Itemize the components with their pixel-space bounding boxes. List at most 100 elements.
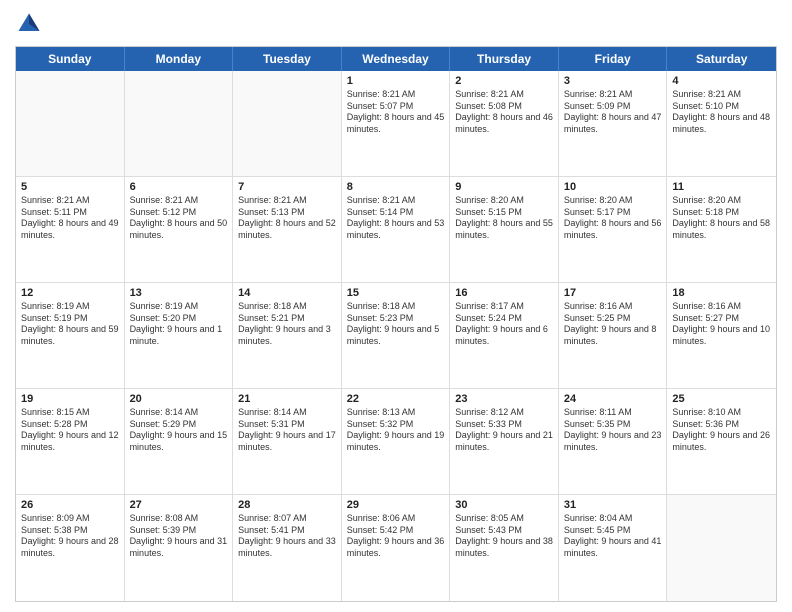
cell-info: Sunrise: 8:18 AM Sunset: 5:23 PM Dayligh… [347, 301, 445, 348]
calendar-cell: 7 Sunrise: 8:21 AM Sunset: 5:13 PM Daylig… [233, 177, 342, 282]
day-number: 5 [21, 181, 119, 193]
calendar-cell [233, 71, 342, 176]
header-day: Monday [125, 47, 234, 71]
day-number: 24 [564, 393, 662, 405]
calendar-cell: 21 Sunrise: 8:14 AM Sunset: 5:31 PM Dayli… [233, 389, 342, 494]
cell-info: Sunrise: 8:17 AM Sunset: 5:24 PM Dayligh… [455, 301, 553, 348]
day-number: 2 [455, 75, 553, 87]
calendar-row: 5 Sunrise: 8:21 AM Sunset: 5:11 PM Daylig… [16, 177, 776, 283]
cell-info: Sunrise: 8:21 AM Sunset: 5:08 PM Dayligh… [455, 89, 553, 136]
cell-info: Sunrise: 8:11 AM Sunset: 5:35 PM Dayligh… [564, 407, 662, 454]
calendar-row: 19 Sunrise: 8:15 AM Sunset: 5:28 PM Dayli… [16, 389, 776, 495]
day-number: 22 [347, 393, 445, 405]
day-number: 30 [455, 499, 553, 511]
cell-info: Sunrise: 8:09 AM Sunset: 5:38 PM Dayligh… [21, 513, 119, 560]
cell-info: Sunrise: 8:16 AM Sunset: 5:27 PM Dayligh… [672, 301, 771, 348]
cell-info: Sunrise: 8:21 AM Sunset: 5:10 PM Dayligh… [672, 89, 771, 136]
calendar-row: 1Sunrise: 8:21 AM Sunset: 5:07 PM Daylig… [16, 71, 776, 177]
calendar-cell: 30 Sunrise: 8:05 AM Sunset: 5:43 PM Dayli… [450, 495, 559, 601]
calendar-cell: 9 Sunrise: 8:20 AM Sunset: 5:15 PM Daylig… [450, 177, 559, 282]
cell-info: Sunrise: 8:18 AM Sunset: 5:21 PM Dayligh… [238, 301, 336, 348]
calendar-header: SundayMondayTuesdayWednesdayThursdayFrid… [16, 47, 776, 71]
page: SundayMondayTuesdayWednesdayThursdayFrid… [0, 0, 792, 612]
day-number: 25 [672, 393, 771, 405]
header-day: Wednesday [342, 47, 451, 71]
day-number: 12 [21, 287, 119, 299]
calendar-cell: 29Sunrise: 8:06 AM Sunset: 5:42 PM Dayli… [342, 495, 451, 601]
cell-info: Sunrise: 8:21 AM Sunset: 5:07 PM Dayligh… [347, 89, 445, 136]
calendar-cell: 18Sunrise: 8:16 AM Sunset: 5:27 PM Dayli… [667, 283, 776, 388]
logo-icon [15, 10, 43, 38]
cell-info: Sunrise: 8:08 AM Sunset: 5:39 PM Dayligh… [130, 513, 228, 560]
day-number: 31 [564, 499, 662, 511]
calendar: SundayMondayTuesdayWednesdayThursdayFrid… [15, 46, 777, 602]
cell-info: Sunrise: 8:15 AM Sunset: 5:28 PM Dayligh… [21, 407, 119, 454]
cell-info: Sunrise: 8:04 AM Sunset: 5:45 PM Dayligh… [564, 513, 662, 560]
calendar-cell: 12Sunrise: 8:19 AM Sunset: 5:19 PM Dayli… [16, 283, 125, 388]
calendar-cell: 6 Sunrise: 8:21 AM Sunset: 5:12 PM Daylig… [125, 177, 234, 282]
calendar-cell: 15 Sunrise: 8:18 AM Sunset: 5:23 PM Dayli… [342, 283, 451, 388]
cell-info: Sunrise: 8:14 AM Sunset: 5:31 PM Dayligh… [238, 407, 336, 454]
header-day: Sunday [16, 47, 125, 71]
calendar-cell [667, 495, 776, 601]
calendar-cell: 5 Sunrise: 8:21 AM Sunset: 5:11 PM Daylig… [16, 177, 125, 282]
calendar-cell: 24 Sunrise: 8:11 AM Sunset: 5:35 PM Dayli… [559, 389, 668, 494]
cell-info: Sunrise: 8:20 AM Sunset: 5:18 PM Dayligh… [672, 195, 771, 242]
cell-info: Sunrise: 8:07 AM Sunset: 5:41 PM Dayligh… [238, 513, 336, 560]
day-number: 14 [238, 287, 336, 299]
calendar-cell: 4Sunrise: 8:21 AM Sunset: 5:10 PM Daylig… [667, 71, 776, 176]
header-day: Saturday [667, 47, 776, 71]
cell-info: Sunrise: 8:20 AM Sunset: 5:15 PM Dayligh… [455, 195, 553, 242]
day-number: 13 [130, 287, 228, 299]
cell-info: Sunrise: 8:16 AM Sunset: 5:25 PM Dayligh… [564, 301, 662, 348]
calendar-cell: 23 Sunrise: 8:12 AM Sunset: 5:33 PM Dayli… [450, 389, 559, 494]
cell-info: Sunrise: 8:12 AM Sunset: 5:33 PM Dayligh… [455, 407, 553, 454]
logo [15, 10, 47, 38]
day-number: 11 [672, 181, 771, 193]
day-number: 26 [21, 499, 119, 511]
calendar-cell: 22 Sunrise: 8:13 AM Sunset: 5:32 PM Dayli… [342, 389, 451, 494]
day-number: 29 [347, 499, 445, 511]
calendar-cell: 19 Sunrise: 8:15 AM Sunset: 5:28 PM Dayli… [16, 389, 125, 494]
cell-info: Sunrise: 8:21 AM Sunset: 5:12 PM Dayligh… [130, 195, 228, 242]
day-number: 21 [238, 393, 336, 405]
calendar-cell: 14 Sunrise: 8:18 AM Sunset: 5:21 PM Dayli… [233, 283, 342, 388]
header-day: Friday [559, 47, 668, 71]
calendar-cell: 28Sunrise: 8:07 AM Sunset: 5:41 PM Dayli… [233, 495, 342, 601]
calendar-cell: 17Sunrise: 8:16 AM Sunset: 5:25 PM Dayli… [559, 283, 668, 388]
cell-info: Sunrise: 8:14 AM Sunset: 5:29 PM Dayligh… [130, 407, 228, 454]
day-number: 27 [130, 499, 228, 511]
day-number: 20 [130, 393, 228, 405]
day-number: 19 [21, 393, 119, 405]
day-number: 9 [455, 181, 553, 193]
calendar-cell: 16Sunrise: 8:17 AM Sunset: 5:24 PM Dayli… [450, 283, 559, 388]
cell-info: Sunrise: 8:21 AM Sunset: 5:11 PM Dayligh… [21, 195, 119, 242]
calendar-cell: 10Sunrise: 8:20 AM Sunset: 5:17 PM Dayli… [559, 177, 668, 282]
calendar-cell: 31 Sunrise: 8:04 AM Sunset: 5:45 PM Dayli… [559, 495, 668, 601]
cell-info: Sunrise: 8:21 AM Sunset: 5:14 PM Dayligh… [347, 195, 445, 242]
calendar-cell: 20 Sunrise: 8:14 AM Sunset: 5:29 PM Dayli… [125, 389, 234, 494]
calendar-cell [125, 71, 234, 176]
day-number: 15 [347, 287, 445, 299]
header-day: Thursday [450, 47, 559, 71]
day-number: 7 [238, 181, 336, 193]
calendar-cell: 27 Sunrise: 8:08 AM Sunset: 5:39 PM Dayli… [125, 495, 234, 601]
calendar-cell [16, 71, 125, 176]
cell-info: Sunrise: 8:20 AM Sunset: 5:17 PM Dayligh… [564, 195, 662, 242]
calendar-row: 12Sunrise: 8:19 AM Sunset: 5:19 PM Dayli… [16, 283, 776, 389]
cell-info: Sunrise: 8:21 AM Sunset: 5:09 PM Dayligh… [564, 89, 662, 136]
calendar-cell: 3Sunrise: 8:21 AM Sunset: 5:09 PM Daylig… [559, 71, 668, 176]
calendar-cell: 1Sunrise: 8:21 AM Sunset: 5:07 PM Daylig… [342, 71, 451, 176]
calendar-cell: 11 Sunrise: 8:20 AM Sunset: 5:18 PM Dayli… [667, 177, 776, 282]
day-number: 8 [347, 181, 445, 193]
calendar-cell: 25 Sunrise: 8:10 AM Sunset: 5:36 PM Dayli… [667, 389, 776, 494]
cell-info: Sunrise: 8:10 AM Sunset: 5:36 PM Dayligh… [672, 407, 771, 454]
day-number: 23 [455, 393, 553, 405]
day-number: 6 [130, 181, 228, 193]
header [15, 10, 777, 38]
header-day: Tuesday [233, 47, 342, 71]
cell-info: Sunrise: 8:05 AM Sunset: 5:43 PM Dayligh… [455, 513, 553, 560]
cell-info: Sunrise: 8:13 AM Sunset: 5:32 PM Dayligh… [347, 407, 445, 454]
cell-info: Sunrise: 8:21 AM Sunset: 5:13 PM Dayligh… [238, 195, 336, 242]
calendar-body: 1Sunrise: 8:21 AM Sunset: 5:07 PM Daylig… [16, 71, 776, 601]
